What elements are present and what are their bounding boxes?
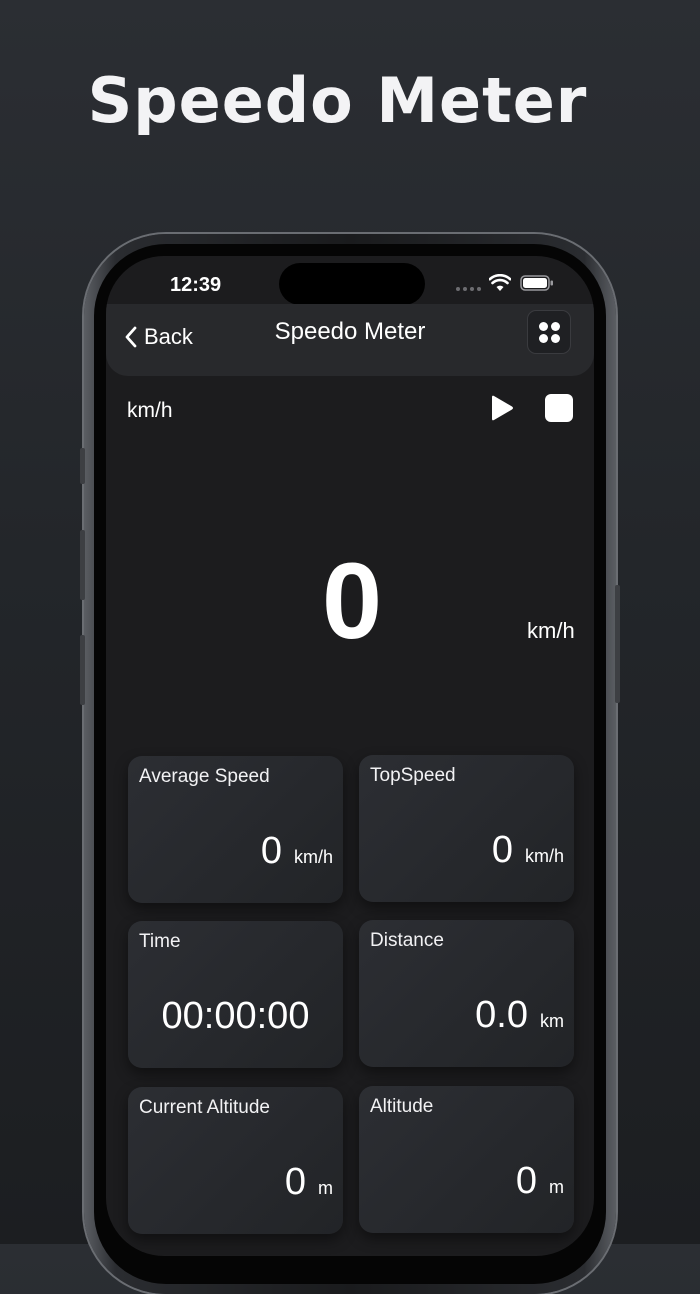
- action-button: [80, 448, 85, 484]
- card-value: 0: [260, 830, 282, 872]
- altitude-card: Altitude 0 m: [359, 1086, 574, 1233]
- card-unit: km: [540, 1011, 564, 1031]
- time-card: Time 00:00:00: [128, 921, 343, 1068]
- card-value: 00:00:00: [161, 995, 310, 1037]
- wifi-icon: [489, 274, 511, 291]
- volume-up-button: [80, 530, 85, 600]
- card-unit: m: [549, 1177, 564, 1197]
- menu-grid-button[interactable]: [527, 310, 571, 354]
- play-icon[interactable]: [489, 394, 515, 422]
- card-label: Altitude: [370, 1096, 434, 1117]
- top-speed-card: TopSpeed 0 km/h: [359, 755, 574, 902]
- card-label: TopSpeed: [370, 765, 456, 786]
- card-value: 0: [284, 1161, 306, 1203]
- card-label: Time: [139, 931, 181, 952]
- card-unit: km/h: [293, 847, 333, 867]
- card-unit: km/h: [524, 846, 564, 866]
- status-time: 12:39: [170, 274, 222, 296]
- current-speed-unit: km/h: [527, 618, 575, 643]
- unit-toggle[interactable]: km/h: [127, 399, 173, 423]
- app-screen: 12:39 Back Speedo Meter km/h 0 km/h Aver…: [106, 256, 594, 1256]
- current-altitude-card: Current Altitude 0 m: [128, 1087, 343, 1234]
- nav-title: Speedo Meter: [274, 318, 426, 345]
- card-label: Distance: [370, 930, 444, 951]
- card-value: 0: [491, 829, 513, 871]
- battery-icon: [520, 275, 553, 291]
- card-value: 0.0: [475, 994, 528, 1036]
- volume-down-button: [80, 635, 85, 705]
- current-speed-value: 0: [321, 540, 383, 661]
- card-label: Current Altitude: [139, 1097, 270, 1118]
- stop-icon[interactable]: [545, 394, 573, 422]
- distance-card: Distance 0.0 km: [359, 920, 574, 1067]
- cellular-signal-icon: [456, 287, 481, 291]
- power-button: [615, 585, 620, 703]
- navigation-bar: Back Speedo Meter: [106, 304, 594, 376]
- card-value: 0: [515, 1160, 537, 1202]
- promo-title: Speedo Meter: [87, 64, 588, 137]
- dynamic-island: [279, 263, 425, 305]
- card-unit: m: [318, 1178, 333, 1198]
- average-speed-card: Average Speed 0 km/h: [128, 756, 343, 903]
- card-label: Average Speed: [139, 766, 270, 787]
